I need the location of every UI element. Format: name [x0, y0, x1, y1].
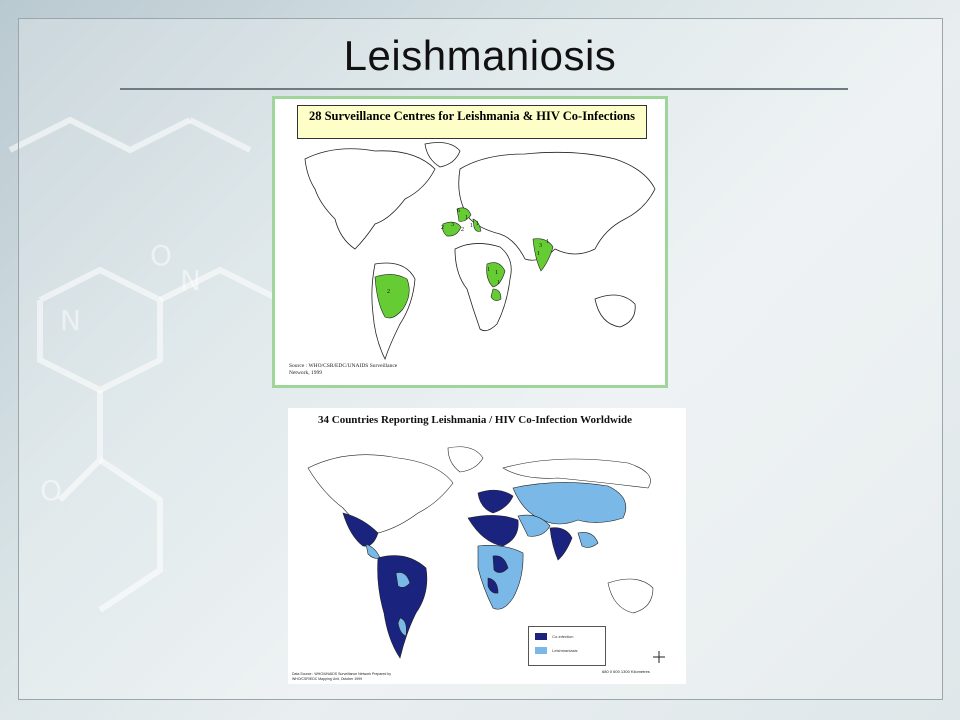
world-outline-map: 6 1 2 3 1 2 1 1 1 1 3 1 1 2: [304, 142, 656, 361]
map-legend: Co-infection Leishmaniasis: [528, 626, 606, 666]
scale-bar: 680 0 600 1300 Kilometres: [602, 669, 650, 674]
map-marker: 3: [539, 243, 542, 249]
map-marker: 1: [470, 223, 473, 229]
map-marker: 6: [457, 208, 460, 214]
slide-title: Leishmaniosis: [343, 32, 617, 79]
map-marker: 1: [495, 270, 498, 276]
legend-label: Co-infection: [552, 634, 574, 639]
coinfection-countries-map: 34 Countries Reporting Leishmania / HIV …: [288, 408, 686, 684]
map-source-note: Source : WHO/CSR/EDC/UNAIDS Surveillance…: [289, 363, 398, 376]
map-marker: 2: [441, 225, 444, 231]
map-marker: 1: [497, 280, 500, 286]
map-marker: 2: [387, 289, 390, 295]
map-marker: 3: [451, 222, 454, 228]
surveillance-centres-map: 28 Surveillance Centres for Leishmania &…: [272, 96, 668, 388]
legend-swatch: [535, 647, 547, 654]
map-marker: 2: [461, 227, 464, 233]
legend-label: Leishmaniasis: [552, 648, 578, 653]
title-divider: [120, 88, 848, 90]
map-marker: 1: [537, 251, 540, 257]
compass-icon: [653, 651, 665, 663]
world-choropleth-map: [307, 446, 665, 663]
legend-item-coinfection: Co-infection: [535, 633, 573, 641]
legend-item-leishmaniasis: Leishmaniasis: [535, 647, 577, 655]
map-marker: 1: [487, 267, 490, 273]
map-marker: 1: [476, 221, 479, 227]
map-marker: 1: [465, 215, 468, 221]
map-marker: 1: [546, 239, 549, 245]
legend-swatch: [535, 633, 547, 640]
map-footnote: Data Source : WHO/UNAIDS Surveillance Ne…: [292, 672, 392, 681]
